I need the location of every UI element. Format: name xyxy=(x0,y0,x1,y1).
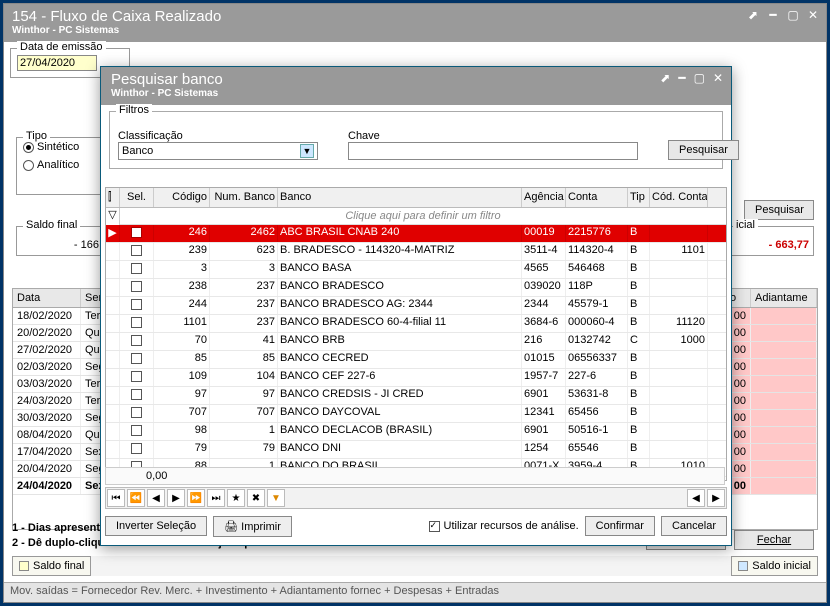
modal-maximize-icon[interactable]: ▢ xyxy=(694,71,705,85)
bank-row[interactable]: 3 3 BANCO BASA 4565 546468 B xyxy=(106,261,726,279)
search-bank-modal: Pesquisar banco Winthor - PC Sistemas ⬈ … xyxy=(100,66,732,546)
bank-row[interactable]: 79 79 BANCO DNI 1254 65546 B xyxy=(106,441,726,459)
saldo-final-label: Saldo final xyxy=(23,219,80,231)
nav-first[interactable]: ⏮ xyxy=(107,489,125,507)
bank-grid[interactable]: ⫿ Sel. Código Num. Banco Banco Agência C… xyxy=(105,187,727,481)
chave-label: Chave xyxy=(348,130,638,142)
radio-analitico[interactable] xyxy=(23,160,34,171)
inverter-button[interactable]: Inverter Seleção xyxy=(105,516,207,536)
imprimir-button[interactable]: 🖨 Imprimir xyxy=(213,516,292,537)
modal-titlebar: Pesquisar banco Winthor - PC Sistemas ⬈ … xyxy=(101,67,731,105)
col-banco[interactable]: Banco xyxy=(278,188,522,207)
main-subtitle: Winthor - PC Sistemas xyxy=(12,25,818,36)
filter-hint[interactable]: Clique aqui para definir um filtro xyxy=(120,208,726,225)
col-adiant[interactable]: Adiantame xyxy=(751,289,817,307)
classificacao-dropdown[interactable]: Banco ▼ xyxy=(118,142,318,160)
bank-row[interactable]: 239 623 B. BRADESCO - 114320-4-MATRIZ 35… xyxy=(106,243,726,261)
modal-restore-icon[interactable]: ⬈ xyxy=(660,71,670,85)
main-title: 154 - Fluxo de Caixa Realizado xyxy=(12,8,818,25)
minimize-icon[interactable]: ━ xyxy=(766,8,780,22)
analise-checkbox[interactable]: Utilizar recursos de análise. xyxy=(429,520,579,532)
bank-row[interactable]: 1101 237 BANCO BRADESCO 60-4-filial 11 3… xyxy=(106,315,726,333)
bank-row[interactable]: 238 237 BANCO BRADESCO 039020 118P B xyxy=(106,279,726,297)
col-tipo[interactable]: Tip xyxy=(628,188,650,207)
nav-prev[interactable]: ◀ xyxy=(147,489,165,507)
grid-navbar: ⏮ ⏪ ◀ ▶ ⏩ ⏭ ★ ✖ ▼ ◀ ▶ xyxy=(105,487,727,509)
saldo-inicial-box: icial - 663,77 xyxy=(726,226,814,256)
col-num[interactable]: Num. Banco xyxy=(210,188,278,207)
nav-expand-left[interactable]: ◀ xyxy=(687,489,705,507)
statusbar: Mov. saídas = Fornecedor Rev. Merc. + In… xyxy=(4,582,826,602)
sum-row: 0,00 xyxy=(105,467,725,485)
col-indicator[interactable]: ⫿ xyxy=(106,188,120,207)
tipo-label: Tipo xyxy=(23,130,50,142)
filtros-fieldset: Filtros Classificação Banco ▼ Chave Pesq… xyxy=(109,111,723,169)
bank-row[interactable]: 98 1 BANCO DECLACOB (BRASIL) 6901 50516-… xyxy=(106,423,726,441)
emission-date-input[interactable] xyxy=(17,55,97,71)
saldo-final-button[interactable]: Saldo final xyxy=(12,556,91,576)
radio-sintetico[interactable] xyxy=(23,142,34,153)
nav-filter[interactable]: ▼ xyxy=(267,489,285,507)
saldo-inicial-label: icial xyxy=(733,219,758,231)
bank-row[interactable]: 109 104 BANCO CEF 227-6 1957-7 227-6 B xyxy=(106,369,726,387)
nav-prevpage[interactable]: ⏪ xyxy=(127,489,145,507)
maximize-icon[interactable]: ▢ xyxy=(786,8,800,22)
col-cod-conta[interactable]: Cód. Conta xyxy=(650,188,708,207)
nav-nextpage[interactable]: ⏩ xyxy=(187,489,205,507)
col-agencia[interactable]: Agência xyxy=(522,188,566,207)
filtros-label: Filtros xyxy=(116,104,152,116)
nav-bookmark[interactable]: ★ xyxy=(227,489,245,507)
emission-label: Data de emissão xyxy=(17,41,106,53)
nav-last[interactable]: ⏭ xyxy=(207,489,225,507)
saldo-inicial-button[interactable]: Saldo inicial xyxy=(731,556,818,576)
saldo-final-value: - 166 xyxy=(21,239,99,251)
chave-input[interactable] xyxy=(348,142,638,160)
nav-unfilter[interactable]: ✖ xyxy=(247,489,265,507)
classificacao-value: Banco xyxy=(122,145,153,157)
pesquisar-button[interactable]: Pesquisar xyxy=(744,200,814,220)
saldo-final-box: Saldo final - 166 xyxy=(16,226,104,256)
cancelar-button[interactable]: Cancelar xyxy=(661,516,727,536)
label-analitico: Analítico xyxy=(37,159,79,171)
col-data[interactable]: Data xyxy=(13,289,81,307)
modal-subtitle: Winthor - PC Sistemas xyxy=(111,88,721,99)
main-titlebar: 154 - Fluxo de Caixa Realizado Winthor -… xyxy=(4,4,826,42)
modal-close-icon[interactable]: ✕ xyxy=(713,71,723,85)
modal-pesquisar-button[interactable]: Pesquisar xyxy=(668,140,739,160)
bank-row[interactable]: ▶ 246 2462 ABC BRASIL CNAB 240 00019 221… xyxy=(106,225,726,243)
label-sintetico: Sintético xyxy=(37,141,79,153)
col-codigo[interactable]: Código xyxy=(154,188,210,207)
bank-row[interactable]: 707 707 BANCO DAYCOVAL 12341 65456 B xyxy=(106,405,726,423)
bank-row[interactable]: 70 41 BANCO BRB 216 0132742 C 1000 xyxy=(106,333,726,351)
modal-title: Pesquisar banco xyxy=(111,71,721,88)
bank-row[interactable]: 85 85 BANCO CECRED 01015 06556337 B xyxy=(106,351,726,369)
modal-minimize-icon[interactable]: ━ xyxy=(678,71,685,85)
chevron-down-icon[interactable]: ▼ xyxy=(300,144,314,158)
col-sel[interactable]: Sel. xyxy=(120,188,154,207)
restore-icon[interactable]: ⬈ xyxy=(746,8,760,22)
confirmar-button[interactable]: Confirmar xyxy=(585,516,655,536)
col-conta[interactable]: Conta xyxy=(566,188,628,207)
close-icon[interactable]: ✕ xyxy=(806,8,820,22)
tipo-fieldset: Tipo Sintético Analítico xyxy=(16,137,106,195)
classificacao-label: Classificação xyxy=(118,130,318,142)
bank-row[interactable]: 97 97 BANCO CREDSIS - JI CRED 6901 53631… xyxy=(106,387,726,405)
nav-next[interactable]: ▶ xyxy=(167,489,185,507)
nav-expand-right[interactable]: ▶ xyxy=(707,489,725,507)
saldo-inicial-value: - 663,77 xyxy=(731,239,809,251)
fechar-button[interactable]: Fechar xyxy=(734,530,814,550)
bank-row[interactable]: 244 237 BANCO BRADESCO AG: 2344 2344 455… xyxy=(106,297,726,315)
